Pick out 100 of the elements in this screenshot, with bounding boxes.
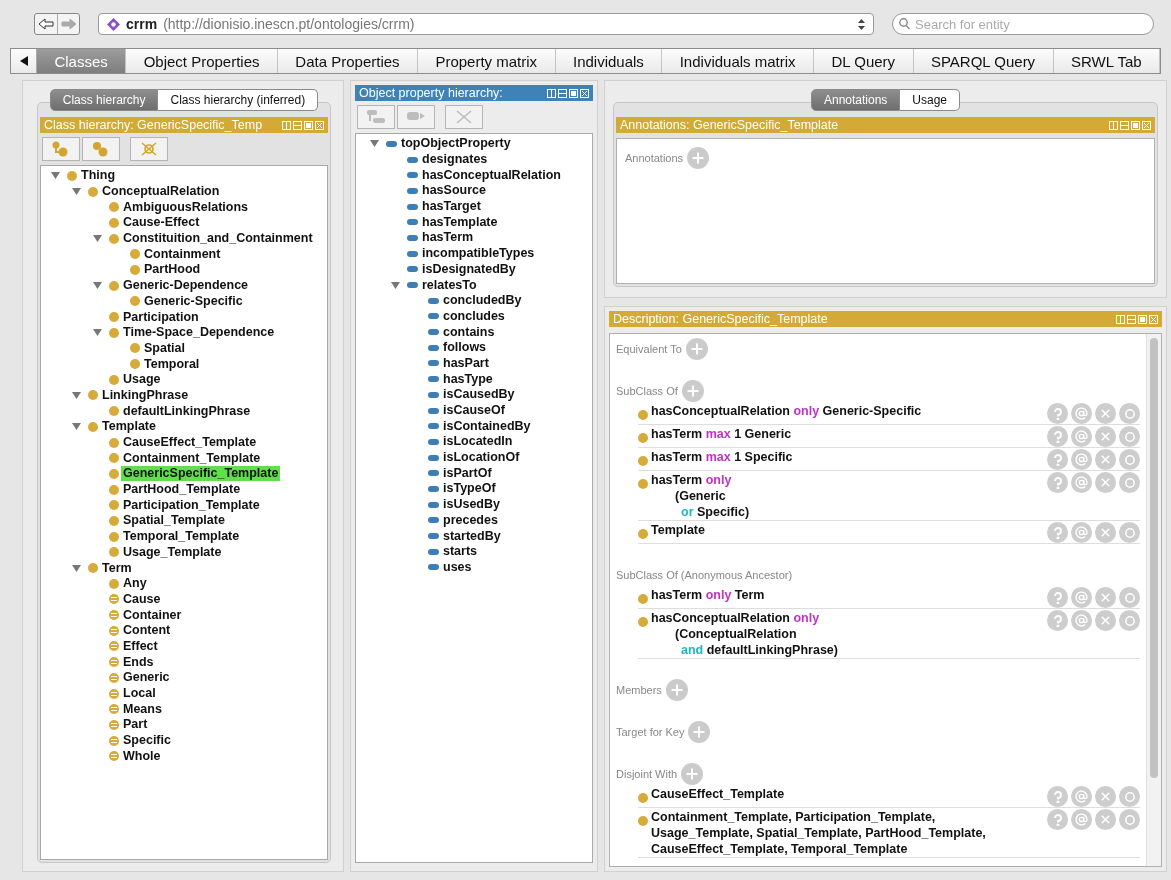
add-sibling-button[interactable]	[82, 137, 120, 161]
tree-item[interactable]: isTypeOf	[441, 481, 498, 497]
tree-item[interactable]: contains	[441, 324, 497, 340]
tree-item[interactable]: isPartOf	[441, 465, 494, 481]
tree-item[interactable]: hasType	[441, 371, 495, 387]
edit-button[interactable]	[1119, 786, 1140, 807]
maximize-icon[interactable]	[1131, 120, 1140, 130]
tree-item[interactable]: hasTerm	[420, 230, 476, 246]
add-button[interactable]	[685, 338, 708, 360]
tree-item[interactable]: Any	[121, 576, 149, 592]
tree-item[interactable]: Generic-Dependence	[121, 278, 251, 294]
annotate-button[interactable]	[1071, 449, 1092, 470]
tree-item[interactable]: Container	[121, 607, 184, 623]
view-tab[interactable]: Class hierarchy (inferred)	[158, 89, 319, 111]
tree-item[interactable]: isLocationOf	[441, 450, 522, 466]
delete-button[interactable]	[1095, 522, 1116, 543]
minimize-icon[interactable]	[293, 120, 302, 130]
tree-item[interactable]: Generic	[121, 670, 172, 686]
view-tab[interactable]: Usage	[900, 89, 961, 111]
delete-button[interactable]	[1095, 610, 1116, 631]
tree-item[interactable]: PartHood_Template	[121, 482, 243, 498]
tree-item[interactable]: Constituition_and_Containment	[121, 231, 315, 247]
annotate-button[interactable]	[1071, 522, 1092, 543]
tree-item[interactable]: Generic-Specific	[142, 293, 245, 309]
tree-item[interactable]: isCausedBy	[441, 387, 517, 403]
edit-button[interactable]	[1119, 472, 1140, 493]
tree-item[interactable]: isUsedBy	[441, 497, 502, 513]
ontology-address-field[interactable]: crrm (http://dionisio.inescn.pt/ontologies/crrm)	[98, 13, 874, 35]
tree-item[interactable]: hasPart	[441, 355, 491, 371]
tree-item[interactable]: PartHood	[142, 262, 203, 278]
tree-item[interactable]: starts	[441, 544, 480, 560]
tree-item[interactable]: Term	[100, 560, 134, 576]
delete-button[interactable]	[1095, 809, 1116, 830]
search-field[interactable]: Search for entity	[892, 13, 1154, 35]
annotate-button[interactable]	[1071, 403, 1092, 424]
help-button[interactable]	[1047, 403, 1068, 424]
expanded-arrow-icon[interactable]	[71, 187, 81, 197]
tree-item[interactable]: hasTemplate	[420, 214, 500, 230]
tree-item[interactable]: Part	[121, 717, 150, 733]
tree-item[interactable]: Cause-Effect	[121, 215, 202, 231]
help-button[interactable]	[1047, 610, 1068, 631]
delete-button[interactable]	[1095, 472, 1116, 493]
tree-item[interactable]: Ends	[121, 654, 156, 670]
tab[interactable]: SPARQL Query	[913, 49, 1054, 73]
tree-item[interactable]: startedBy	[441, 528, 503, 544]
tree-item[interactable]: precedes	[441, 512, 500, 528]
annotate-button[interactable]	[1071, 786, 1092, 807]
tab[interactable]: Data Properties	[277, 49, 418, 73]
tree-item[interactable]: LinkingPhrase	[100, 387, 191, 403]
annotate-button[interactable]	[1071, 472, 1092, 493]
tree-item[interactable]: hasConceptualRelation	[420, 167, 563, 183]
tab[interactable]: DL Query	[814, 49, 914, 73]
annotate-button[interactable]	[1071, 610, 1092, 631]
tree-item[interactable]: isLocatedIn	[441, 434, 515, 450]
close-icon[interactable]	[1149, 314, 1158, 324]
tree-item[interactable]: Thing	[79, 168, 117, 184]
split-view-icon[interactable]	[547, 88, 556, 98]
close-icon[interactable]	[580, 88, 589, 98]
tree-item[interactable]: Participation	[121, 309, 201, 325]
tree-item[interactable]: isContainedBy	[441, 418, 533, 434]
help-button[interactable]	[1047, 522, 1068, 543]
tree-item[interactable]: Effect	[121, 638, 160, 654]
add-button[interactable]	[688, 721, 711, 743]
tree-item[interactable]: Usage	[121, 372, 163, 388]
edit-button[interactable]	[1119, 809, 1140, 830]
split-view-icon[interactable]	[282, 120, 291, 130]
tree-item[interactable]: Content	[121, 623, 173, 639]
tree-item[interactable]: Temporal	[142, 356, 202, 372]
tree-item[interactable]: isCauseOf	[441, 403, 507, 419]
annotate-button[interactable]	[1071, 809, 1092, 830]
tab[interactable]: Object Properties	[126, 49, 278, 73]
edit-button[interactable]	[1119, 522, 1140, 543]
expanded-arrow-icon[interactable]	[50, 171, 60, 181]
close-icon[interactable]	[315, 120, 324, 130]
delete-button[interactable]	[1095, 587, 1116, 608]
tree-item[interactable]: Cause	[121, 591, 163, 607]
tree-item[interactable]: Time-Space_Dependence	[121, 325, 277, 341]
edit-button[interactable]	[1119, 403, 1140, 424]
tab[interactable]: Individuals	[555, 49, 663, 73]
expanded-arrow-icon[interactable]	[390, 280, 400, 290]
delete-button[interactable]	[1095, 426, 1116, 447]
tree-item[interactable]: Specific	[121, 733, 173, 749]
delete-button[interactable]	[1095, 449, 1116, 470]
add-button[interactable]	[687, 147, 710, 169]
tree-item[interactable]: isDesignatedBy	[420, 261, 518, 277]
tab[interactable]: Property matrix	[418, 49, 556, 73]
maximize-icon[interactable]	[1138, 314, 1147, 324]
minimize-icon[interactable]	[1120, 120, 1129, 130]
annotate-button[interactable]	[1071, 426, 1092, 447]
minimize-icon[interactable]	[558, 88, 567, 98]
maximize-icon[interactable]	[304, 120, 313, 130]
tree-item[interactable]: Local	[121, 686, 158, 702]
tree-item[interactable]: Temporal_Template	[121, 529, 242, 545]
tree-item[interactable]: relatesTo	[420, 277, 479, 293]
help-button[interactable]	[1047, 426, 1068, 447]
tree-item[interactable]: concludes	[441, 308, 507, 324]
view-tab[interactable]: Annotations	[810, 89, 901, 111]
delete-class-button[interactable]	[130, 137, 168, 161]
expanded-arrow-icon[interactable]	[92, 328, 102, 338]
expanded-arrow-icon[interactable]	[92, 281, 102, 291]
